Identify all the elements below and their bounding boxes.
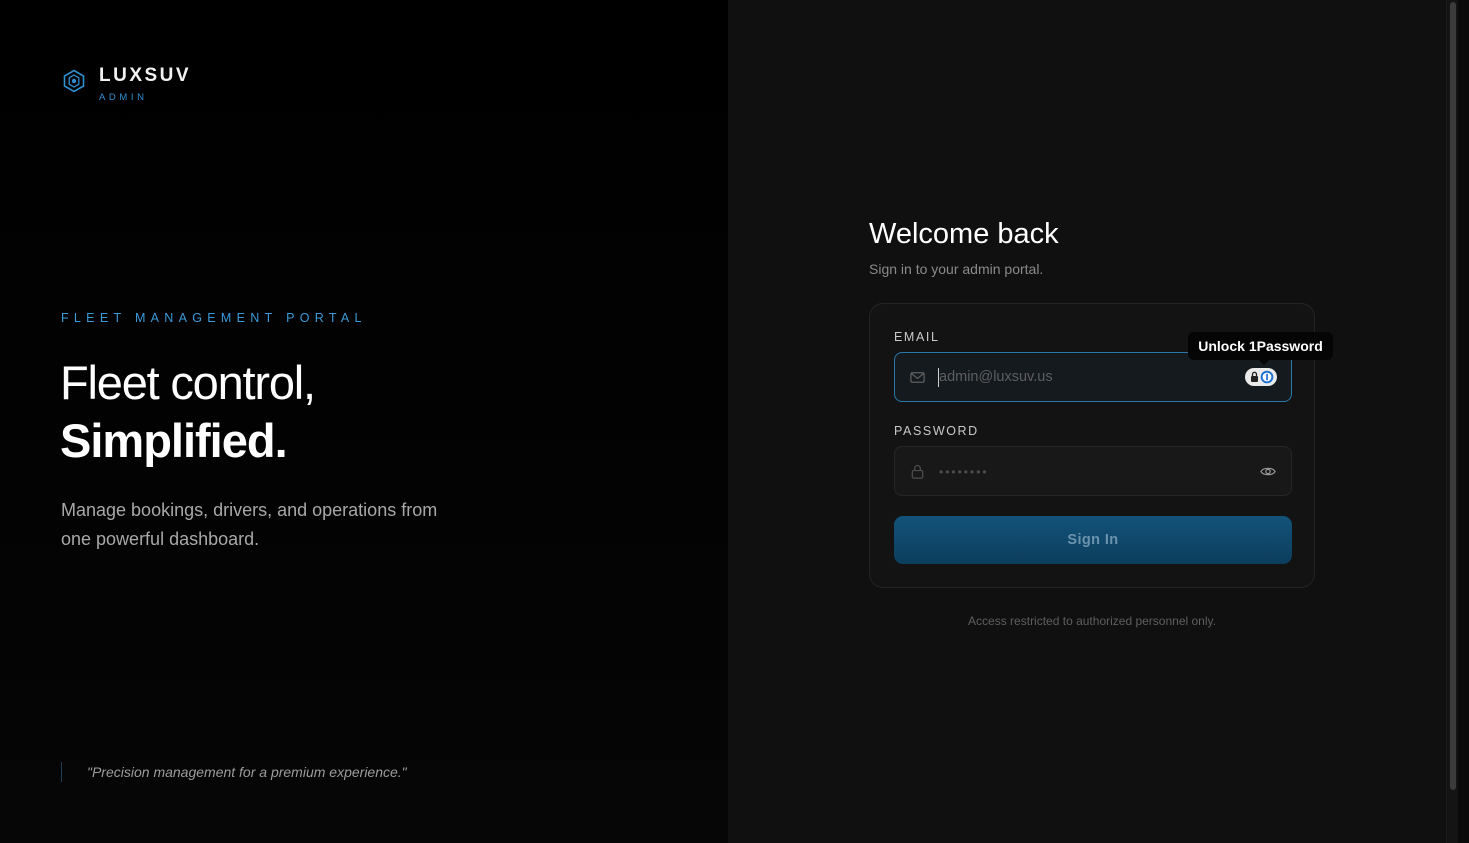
mail-icon — [910, 372, 925, 383]
login-title: Welcome back — [869, 218, 1059, 250]
hero-headline-line1: Fleet control, — [60, 356, 316, 409]
hero-eyebrow: FLEET MANAGEMENT PORTAL — [61, 311, 367, 325]
scrollbar-thumb[interactable] — [1450, 2, 1456, 790]
hero-quote: "Precision management for a premium expe… — [61, 762, 407, 782]
hero-description: Manage bookings, drivers, and operations… — [61, 500, 438, 549]
tooltip-arrow — [1258, 359, 1270, 365]
hexagon-logo-icon — [63, 69, 85, 93]
sign-in-button[interactable]: Sign In — [894, 516, 1292, 564]
brand-name: LUXSUV — [99, 65, 192, 86]
lock-icon — [911, 464, 924, 479]
1password-button[interactable] — [1245, 368, 1277, 386]
access-notice: Access restricted to authorized personne… — [968, 614, 1216, 628]
email-label: EMAIL — [894, 330, 940, 344]
password-value: •••••••• — [939, 465, 989, 479]
scrollbar[interactable] — [1446, 0, 1458, 843]
password-field[interactable]: •••••••• — [894, 446, 1292, 496]
brand-subtitle: ADMIN — [99, 92, 148, 103]
brand-logo[interactable]: LUXSUV ADMIN — [62, 66, 191, 103]
login-subtitle: Sign in to your admin portal. — [869, 261, 1044, 277]
tooltip-text: Unlock 1Password — [1198, 338, 1323, 354]
login-panel: Welcome back Sign in to your admin porta… — [728, 0, 1458, 843]
hero-headline-line2: Simplified. — [60, 414, 288, 467]
eye-icon[interactable] — [1259, 463, 1277, 480]
login-page: LUXSUV ADMIN FLEET MANAGEMENT PORTAL Fle… — [0, 0, 1469, 843]
email-placeholder: admin@luxsuv.us — [939, 369, 1053, 385]
1password-tooltip: Unlock 1Password — [1188, 332, 1333, 365]
password-label: PASSWORD — [894, 424, 979, 438]
1password-icon — [1251, 370, 1274, 384]
hero-panel: LUXSUV ADMIN FLEET MANAGEMENT PORTAL Fle… — [0, 0, 728, 843]
